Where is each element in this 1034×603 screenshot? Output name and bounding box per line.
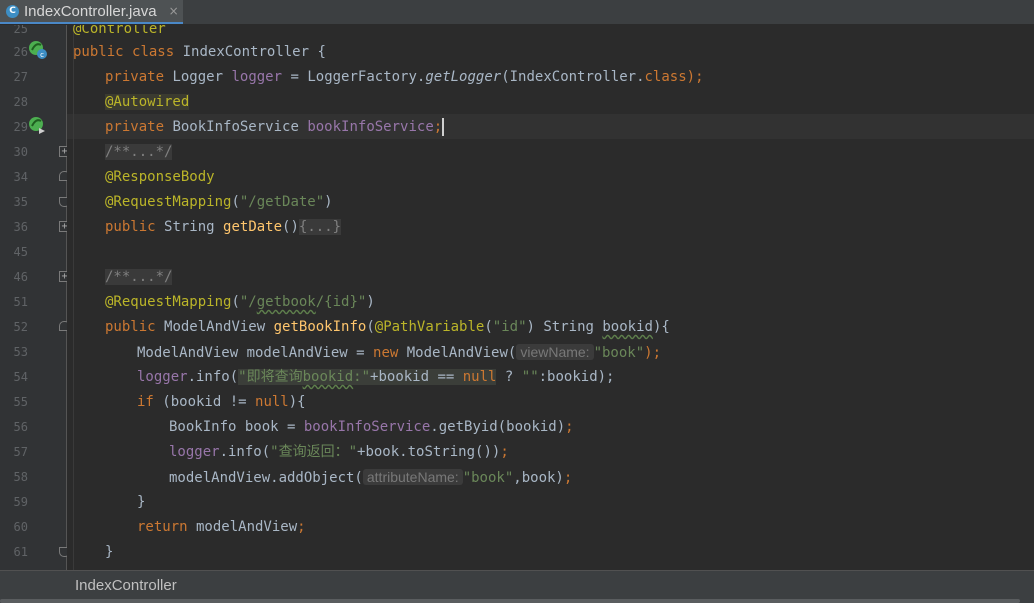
indent-guide xyxy=(73,25,74,570)
code-line-28: @Autowired xyxy=(105,94,190,110)
code-line-34: @ResponseBody xyxy=(105,169,215,185)
code-line-51: @RequestMapping("/getbook/{id}") xyxy=(105,294,375,310)
fold-expand-icon[interactable]: + xyxy=(59,146,67,157)
folded-method-body[interactable]: {...} xyxy=(298,219,342,235)
line-number: 60 xyxy=(13,520,28,534)
editor-tab-bar: C IndexController.java × xyxy=(0,0,1034,25)
autowired-bean-icon[interactable] xyxy=(27,115,47,135)
line-number: 54 xyxy=(13,370,28,384)
code-line-56: BookInfo book = bookInfoService.getByid(… xyxy=(169,419,574,435)
breadcrumb-bar: IndexController xyxy=(0,570,1034,603)
code-line-55: if (bookid != null){ xyxy=(137,394,306,410)
code-line-57: logger.info("查询返回："+book.toString()); xyxy=(169,444,509,460)
code-line-54: logger.info("即将查询bookid:"+bookid == null… xyxy=(137,369,615,385)
spring-bean-icon[interactable]: c xyxy=(27,39,47,59)
text-caret xyxy=(442,118,445,136)
code-line-61: } xyxy=(105,544,114,560)
code-line-29: private BookInfoService bookInfoService; xyxy=(105,118,445,136)
line-number: 29 xyxy=(13,120,28,134)
line-number: 26 xyxy=(13,45,28,59)
code-line-35: @RequestMapping("/getDate") xyxy=(105,194,333,210)
code-line-46[interactable]: /**...*/ xyxy=(105,265,173,290)
fold-expand-icon[interactable]: + xyxy=(59,271,67,282)
tab-index-controller[interactable]: C IndexController.java × xyxy=(0,0,183,24)
code-line-26: public class IndexController { xyxy=(73,44,326,60)
param-hint-attributename: attributeName: xyxy=(362,469,463,485)
code-line-60: return modelAndView; xyxy=(137,519,306,535)
line-number: 34 xyxy=(13,170,28,184)
fold-start-icon[interactable] xyxy=(59,321,67,331)
line-number: 46 xyxy=(13,270,28,284)
line-number: 35 xyxy=(13,195,28,209)
folded-comment[interactable]: /**...*/ xyxy=(105,269,173,285)
code-line-58: modelAndView.addObject(attributeName: "bo… xyxy=(169,469,573,486)
code-line-52: public ModelAndView getBookInfo(@PathVar… xyxy=(105,319,670,335)
code-line-36: public String getDate(){...} xyxy=(105,219,342,235)
line-number: 51 xyxy=(13,295,28,309)
line-number: 57 xyxy=(13,445,28,459)
tab-title: IndexController.java xyxy=(24,2,157,20)
code-line-30[interactable]: /**...*/ xyxy=(105,140,173,165)
code-line-59: } xyxy=(137,494,146,510)
line-number: 61 xyxy=(13,545,28,559)
line-number: 28 xyxy=(13,95,28,109)
line-number: 27 xyxy=(13,70,28,84)
line-number: 55 xyxy=(13,395,28,409)
close-tab-icon[interactable]: × xyxy=(169,4,179,18)
line-number: 56 xyxy=(13,420,28,434)
code-line-27: private Logger logger = LoggerFactory.ge… xyxy=(105,69,704,85)
line-number: 58 xyxy=(13,470,28,484)
svg-text:c: c xyxy=(40,51,44,59)
line-number: 30 xyxy=(13,145,28,159)
code-line-53: ModelAndView modelAndView = new ModelAnd… xyxy=(137,344,662,361)
code-editor[interactable]: @Controller public class IndexController… xyxy=(67,25,1034,570)
java-class-icon: C xyxy=(6,4,19,18)
horizontal-scrollbar[interactable] xyxy=(0,599,1020,603)
line-number: 59 xyxy=(13,495,28,509)
line-number: 36 xyxy=(13,220,28,234)
fold-end-icon[interactable] xyxy=(59,197,67,207)
fold-end-icon[interactable] xyxy=(59,547,67,557)
fold-start-icon[interactable] xyxy=(59,171,67,181)
line-number: 52 xyxy=(13,320,28,334)
breadcrumb-class[interactable]: IndexController xyxy=(75,577,177,594)
line-number: 53 xyxy=(13,345,28,359)
editor-gutter: 25 26 27 28 29 30 34 35 36 45 46 51 52 53 54 55 56 57 58 59… xyxy=(0,25,67,570)
param-hint-viewname: viewName: xyxy=(516,344,594,360)
line-number: 45 xyxy=(13,245,28,259)
folded-comment[interactable]: /**...*/ xyxy=(105,144,173,160)
fold-expand-icon[interactable]: + xyxy=(59,221,67,232)
